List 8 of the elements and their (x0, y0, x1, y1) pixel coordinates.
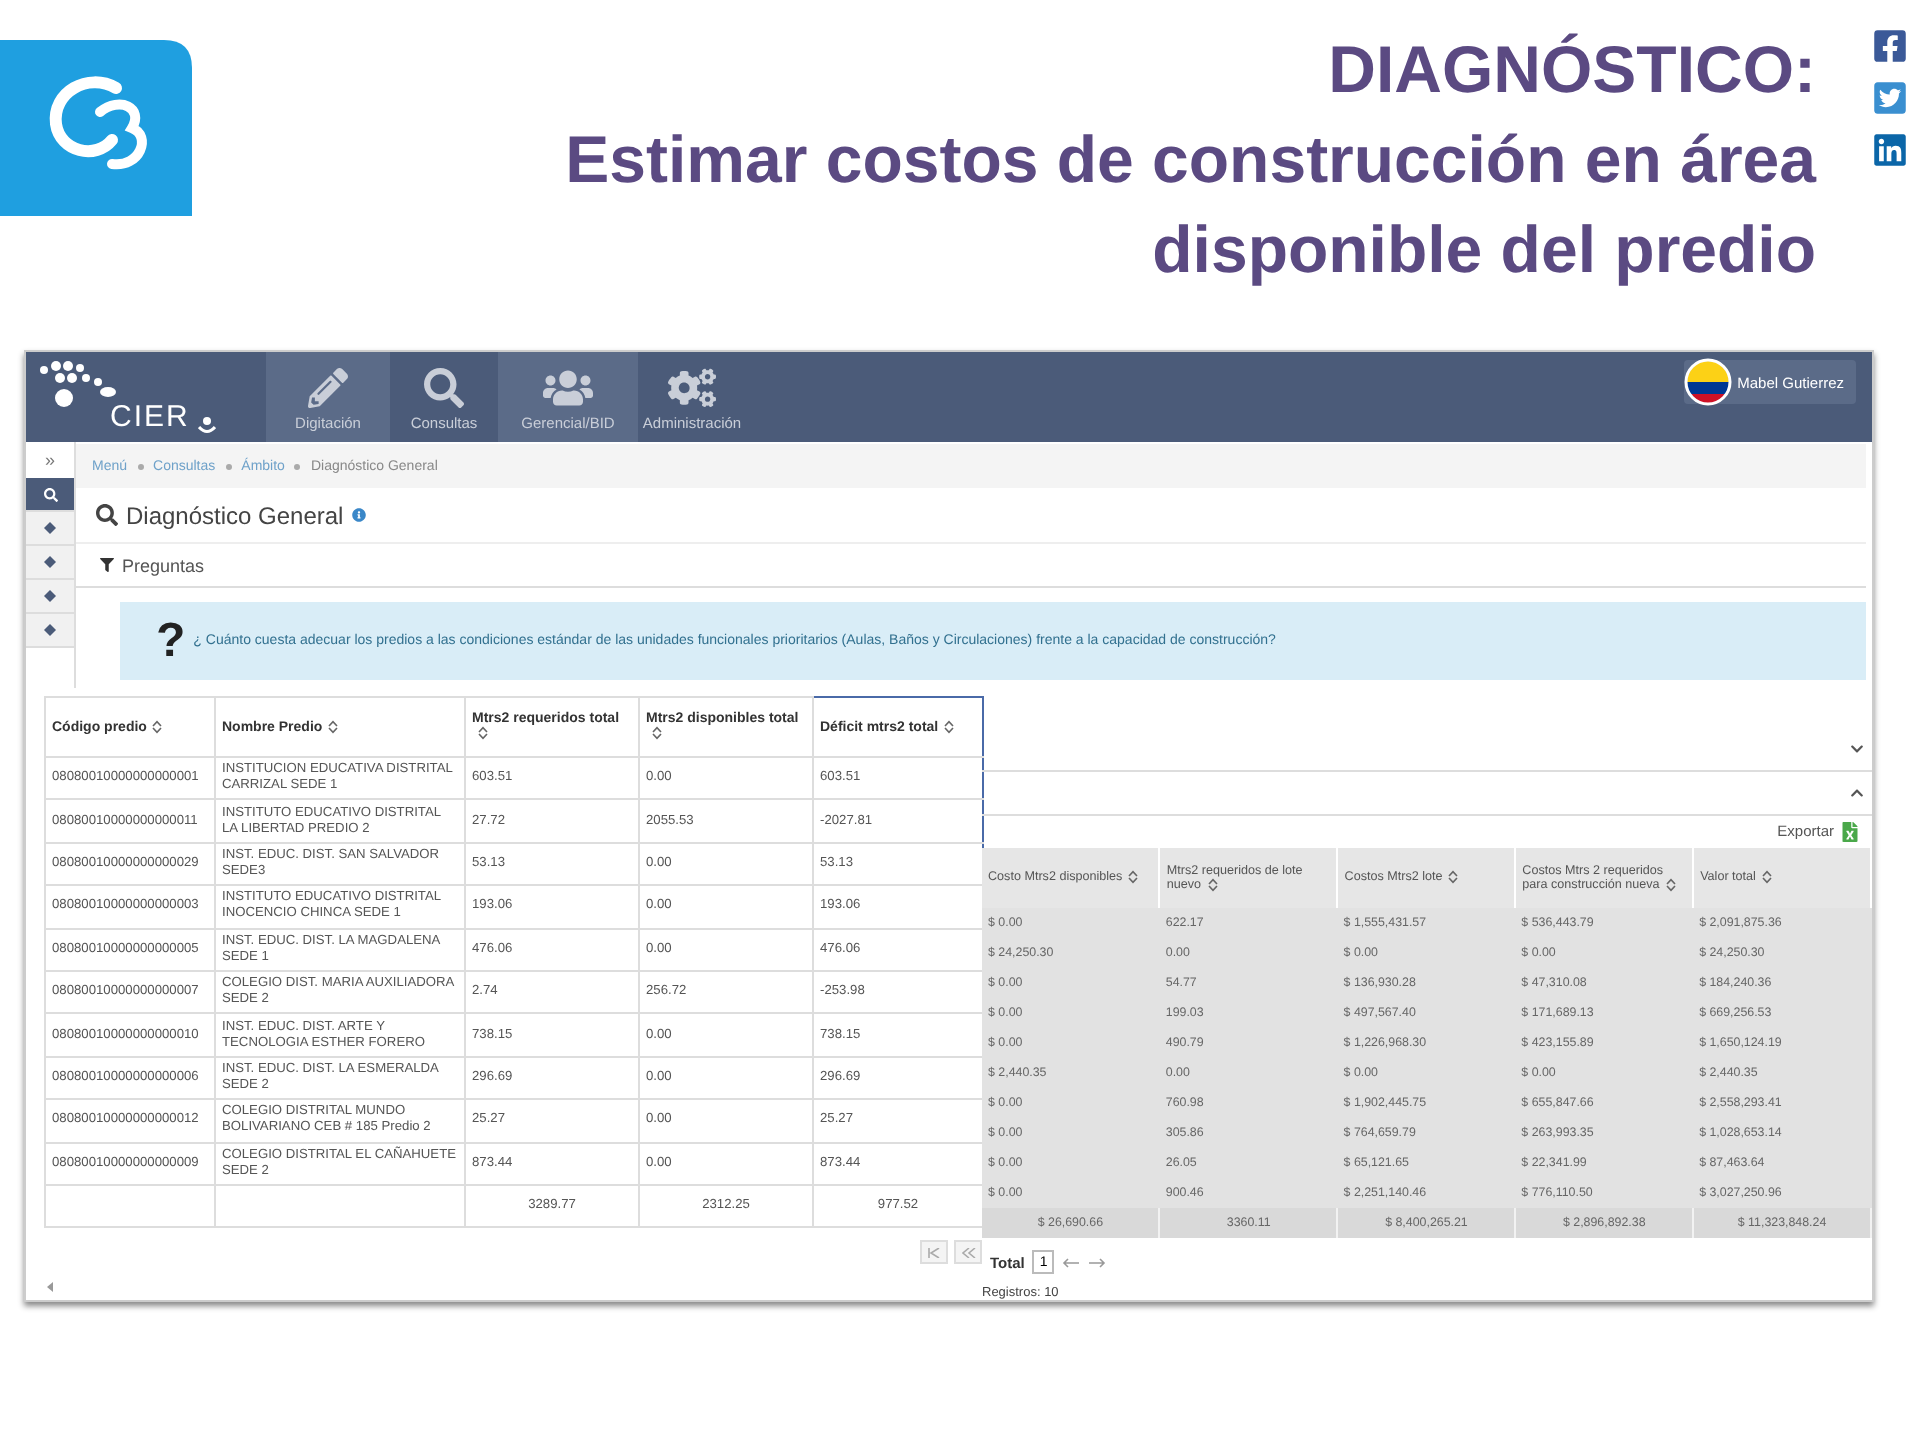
question-mark: ? (156, 613, 186, 669)
slide-title: disponible del predio (1152, 210, 1816, 290)
slide-title: DIAGNÓSTICO: (1328, 30, 1816, 110)
page-title: Diagnóstico General (126, 501, 344, 529)
slide-title: Estimar costos de construcción en área (565, 120, 1816, 200)
section-title: Preguntas (122, 555, 205, 575)
sidebar-toggle[interactable]: » (26, 442, 74, 478)
brand-name: CIER (110, 400, 190, 434)
